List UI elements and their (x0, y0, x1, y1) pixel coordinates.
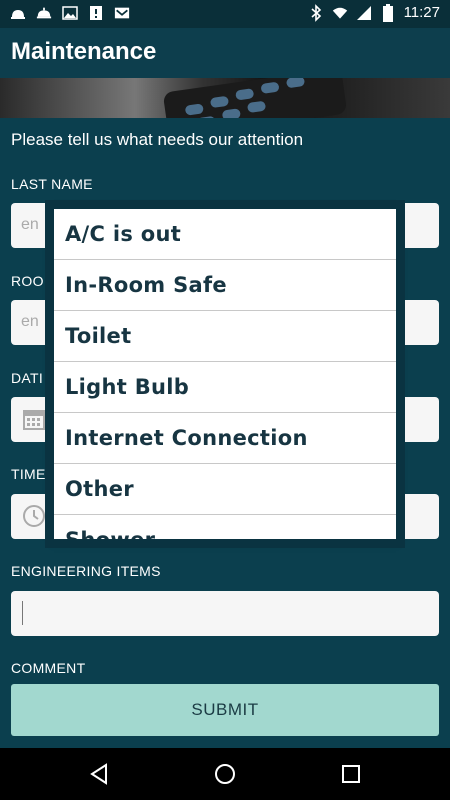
dropdown-option-light-bulb[interactable]: Light Bulb (54, 362, 396, 413)
room-placeholder: en (21, 313, 39, 330)
wifi-icon (332, 5, 348, 21)
last-name-placeholder: en (21, 216, 39, 233)
submit-button[interactable]: SUBMIT (11, 684, 439, 736)
system-nav-bar (0, 748, 450, 800)
text-cursor (22, 601, 23, 625)
bell-icon (10, 5, 26, 21)
dropdown-option-other[interactable]: Other (54, 464, 396, 515)
engineering-items-label: ENGINEERING ITEMS (11, 563, 161, 579)
dropdown-option-shower[interactable]: Shower (54, 515, 396, 539)
sim-icon (88, 5, 104, 21)
engineering-items-input[interactable] (11, 591, 439, 636)
bluetooth-icon (308, 3, 324, 22)
clock-icon (22, 504, 46, 528)
app-bar: Maintenance (0, 28, 450, 78)
header-banner-image (0, 78, 450, 118)
status-time: 11:27 (403, 4, 440, 21)
last-name-label: LAST NAME (11, 176, 93, 192)
page-title: Maintenance (11, 38, 157, 65)
room-label: ROO (11, 273, 44, 289)
form-prompt: Please tell us what needs our attention (11, 130, 304, 149)
dropdown-option-in-room-safe[interactable]: In-Room Safe (54, 260, 396, 311)
service-bell-icon (36, 5, 52, 21)
battery-icon (380, 3, 396, 22)
dropdown-option-internet[interactable]: Internet Connection (54, 413, 396, 464)
dropdown-option-ac[interactable]: A/C is out (54, 209, 396, 260)
cellular-icon (356, 5, 372, 21)
home-icon[interactable] (213, 762, 237, 786)
calendar-icon (22, 407, 46, 431)
back-icon[interactable] (87, 762, 111, 786)
image-icon (62, 5, 78, 21)
date-label: DATI (11, 370, 44, 386)
status-bar: 11:27 (0, 0, 450, 28)
engineering-items-dropdown: A/C is out In-Room Safe Toilet Light Bul… (54, 209, 396, 539)
recents-icon[interactable] (339, 762, 363, 786)
dropdown-option-toilet[interactable]: Toilet (54, 311, 396, 362)
time-label: TIME (11, 466, 46, 482)
comment-label: COMMENT (11, 660, 86, 676)
mail-icon (114, 5, 130, 21)
remote-control-image (162, 78, 348, 118)
